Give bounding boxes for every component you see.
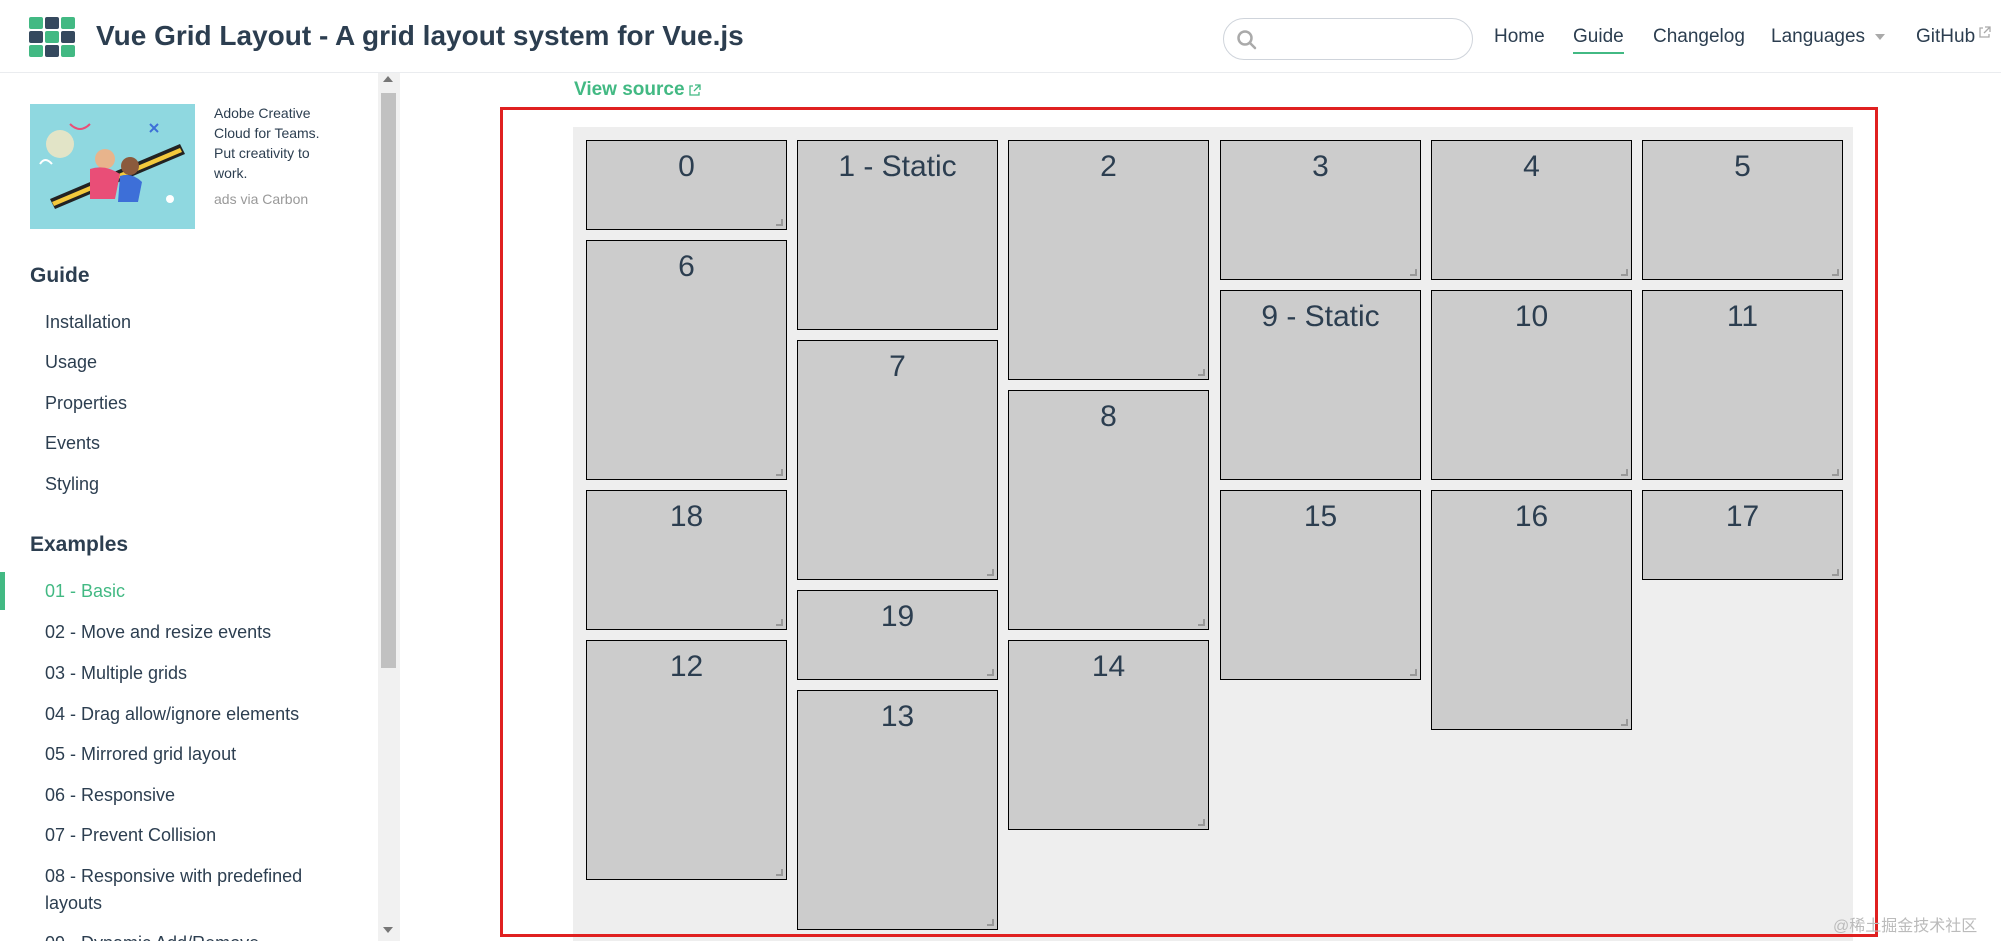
- sidebar: Adobe Creative Cloud for Teams. Put crea…: [0, 73, 380, 941]
- navbar: Vue Grid Layout - A grid layout system f…: [0, 0, 2001, 73]
- sidebar-item-01-basic[interactable]: 01 - Basic: [45, 578, 125, 605]
- ad-via[interactable]: ads via Carbon: [214, 191, 308, 207]
- sidebar-item-04-drag-allow-ignore[interactable]: 04 - Drag allow/ignore elements: [45, 701, 299, 728]
- chevron-down-icon: [1875, 33, 1886, 40]
- sidebar-item-09-dynamic[interactable]: 09 - Dynamic Add/Remove: [45, 930, 259, 941]
- sidebar-item-properties[interactable]: Properties: [45, 390, 127, 417]
- ad-text[interactable]: Adobe Creative Cloud for Teams. Put crea…: [214, 103, 339, 183]
- sidebar-item-03-multiple-grids[interactable]: 03 - Multiple grids: [45, 660, 187, 687]
- external-link-icon: [688, 84, 701, 96]
- highlight-frame: [500, 107, 1878, 937]
- sidebar-item-styling[interactable]: Styling: [45, 471, 99, 498]
- site-title[interactable]: Vue Grid Layout - A grid layout system f…: [96, 20, 744, 52]
- sidebar-item-installation[interactable]: Installation: [45, 309, 131, 336]
- nav-changelog[interactable]: Changelog: [1653, 26, 1745, 48]
- logo-icon[interactable]: [29, 17, 75, 57]
- view-source-label: View source: [574, 79, 685, 100]
- search-icon: [1237, 30, 1257, 50]
- watermark: @稀土掘金技术社区: [1833, 918, 1978, 935]
- scroll-down-icon[interactable]: [383, 927, 393, 933]
- active-indicator: [0, 572, 5, 610]
- nav-home[interactable]: Home: [1494, 26, 1545, 48]
- sidebar-item-02-move-resize[interactable]: 02 - Move and resize events: [45, 619, 271, 646]
- nav-github-label: GitHub: [1916, 26, 1976, 47]
- sidebar-heading-examples[interactable]: Examples: [30, 533, 128, 557]
- nav-github[interactable]: GitHub: [1916, 26, 1991, 48]
- nav-guide[interactable]: Guide: [1573, 26, 1624, 54]
- scroll-up-icon[interactable]: [383, 76, 393, 82]
- sidebar-item-08-responsive-predefined[interactable]: 08 - Responsive with predefined layouts: [45, 863, 345, 917]
- nav-languages-label: Languages: [1771, 26, 1866, 47]
- view-source-link[interactable]: View source: [574, 79, 701, 101]
- nav-languages[interactable]: Languages: [1771, 26, 1886, 48]
- sidebar-item-05-mirrored[interactable]: 05 - Mirrored grid layout: [45, 741, 236, 768]
- ad-image[interactable]: [30, 104, 195, 229]
- sidebar-heading-guide[interactable]: Guide: [30, 264, 90, 288]
- search-input[interactable]: [1223, 18, 1473, 60]
- sidebar-item-07-prevent-collision[interactable]: 07 - Prevent Collision: [45, 822, 216, 849]
- sidebar-scrollbar-thumb[interactable]: [381, 93, 396, 668]
- sidebar-item-06-responsive[interactable]: 06 - Responsive: [45, 782, 175, 809]
- sidebar-item-events[interactable]: Events: [45, 430, 100, 457]
- sidebar-item-usage[interactable]: Usage: [45, 349, 97, 376]
- external-link-icon: [1979, 26, 1991, 38]
